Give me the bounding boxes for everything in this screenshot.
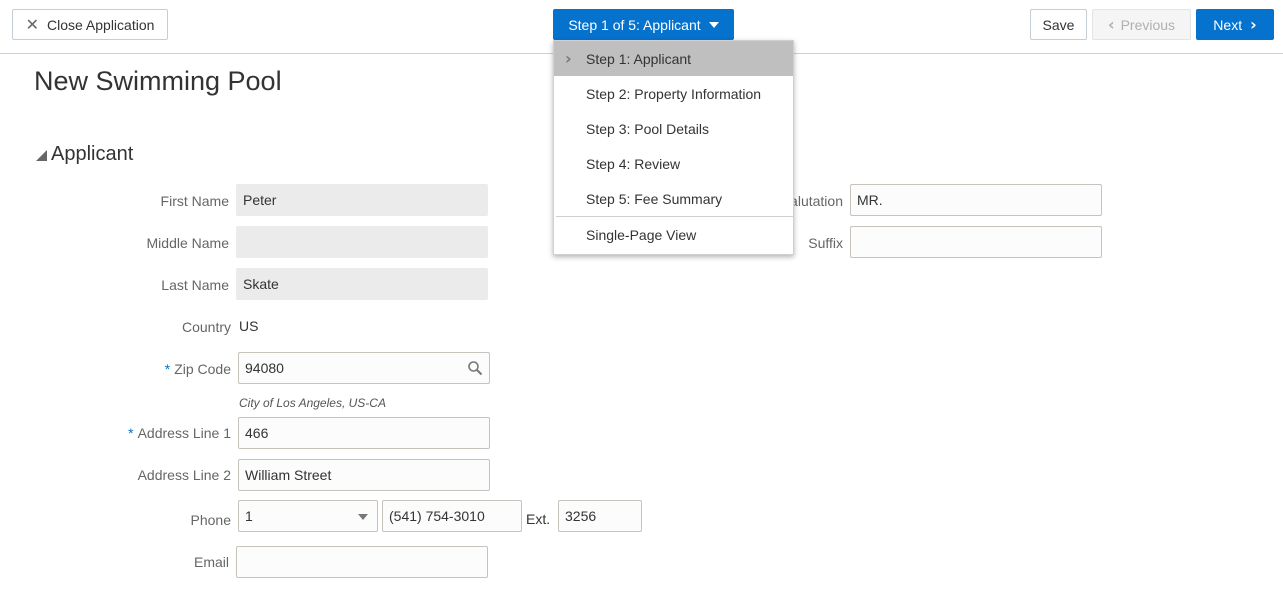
collapse-triangle-icon[interactable] <box>36 150 47 161</box>
country-value: US <box>239 318 259 334</box>
step-menu-item[interactable]: Step 3: Pool Details <box>554 111 793 146</box>
phone-ext-input[interactable]: 3256 <box>558 500 642 532</box>
suffix-label: Suffix <box>808 235 843 251</box>
step-menu-item[interactable]: › Step 1: Applicant <box>554 41 793 76</box>
country-label: Country <box>181 319 231 335</box>
middle-name-label: Middle Name <box>146 235 229 251</box>
phone-ext-value: 3256 <box>565 508 597 524</box>
step-menu-item-label: Step 2: Property Information <box>586 85 762 102</box>
step-menu-item-label: Step 5: Fee Summary <box>586 190 723 207</box>
step-selector-button[interactable]: Step 1 of 5: Applicant <box>553 9 734 40</box>
first-name-label: First Name <box>160 193 229 209</box>
chevron-right-icon: › <box>565 49 572 68</box>
step-menu-item[interactable]: Step 5: Fee Summary <box>554 181 793 216</box>
zip-code-value: 94080 <box>245 360 284 376</box>
phone-label: Phone <box>190 512 231 528</box>
email-label: Email <box>193 554 229 570</box>
address-line-2-label: Address Line 2 <box>137 467 231 483</box>
step-menu-item-label: Step 4: Review <box>586 155 681 172</box>
zip-code-hint: City of Los Angeles, US-CA <box>239 396 386 410</box>
suffix-input[interactable] <box>850 226 1102 258</box>
next-label: Next <box>1213 16 1243 33</box>
single-page-view-item[interactable]: Single-Page View <box>554 217 793 252</box>
zip-code-input[interactable]: 94080 <box>238 352 490 384</box>
step-menu-item-label: Step 3: Pool Details <box>586 120 709 137</box>
save-button[interactable]: Save <box>1030 9 1087 40</box>
single-page-view-label: Single-Page View <box>586 226 697 243</box>
section-title: Applicant <box>51 143 134 165</box>
chevron-left-icon: ‹ <box>1107 15 1115 34</box>
phone-ext-label: Ext. <box>526 511 551 527</box>
previous-button[interactable]: ‹ Previous <box>1092 9 1191 40</box>
email-input[interactable] <box>236 546 488 578</box>
page-title: New Swimming Pool <box>34 66 282 96</box>
zip-code-label: * Zip Code <box>165 361 231 377</box>
salutation-value: MR. <box>857 192 883 208</box>
chevron-right-icon: › <box>1250 15 1257 34</box>
zip-code-label-text: Zip Code <box>174 361 231 377</box>
search-icon[interactable] <box>467 360 483 376</box>
caret-down-icon <box>358 514 368 520</box>
first-name-field: Peter <box>236 184 488 216</box>
last-name-label: Last Name <box>161 277 229 293</box>
close-icon: ✕ <box>25 16 39 34</box>
applicant-section-header[interactable]: Applicant <box>36 143 133 166</box>
salutation-input[interactable]: MR. <box>850 184 1102 216</box>
required-marker: * <box>128 425 134 441</box>
address-line-1-input[interactable]: 466 <box>238 417 490 449</box>
close-application-label: Close Application <box>47 16 155 33</box>
last-name-field: Skate <box>236 268 488 300</box>
phone-number-input[interactable]: (541) 754-3010 <box>382 500 522 532</box>
required-marker: * <box>164 361 171 377</box>
step-menu-item-label: Step 1: Applicant <box>586 50 692 67</box>
last-name-value: Skate <box>243 276 279 292</box>
next-button[interactable]: Next › <box>1196 9 1274 40</box>
caret-down-icon <box>708 21 719 28</box>
address-line-2-input[interactable]: William Street <box>238 459 490 491</box>
address-line-2-value: William Street <box>245 467 332 483</box>
address-line-1-value: 466 <box>245 425 269 441</box>
phone-country-code-select[interactable]: 1 <box>238 500 378 532</box>
phone-country-code-value: 1 <box>245 508 253 524</box>
step-selector-label: Step 1 of 5: Applicant <box>568 16 701 33</box>
address-line-1-label: * Address Line 1 <box>128 425 231 441</box>
close-application-button[interactable]: ✕ Close Application <box>12 9 168 40</box>
phone-number-value: (541) 754-3010 <box>389 508 485 524</box>
step-menu: › Step 1: Applicant Step 2: Property Inf… <box>553 40 794 255</box>
first-name-value: Peter <box>243 192 277 208</box>
save-label: Save <box>1042 16 1075 33</box>
previous-label: Previous <box>1120 16 1176 33</box>
middle-name-field <box>236 226 488 258</box>
step-menu-item[interactable]: Step 4: Review <box>554 146 793 181</box>
address-line-1-label-text: Address Line 1 <box>137 425 231 441</box>
step-menu-item[interactable]: Step 2: Property Information <box>554 76 793 111</box>
